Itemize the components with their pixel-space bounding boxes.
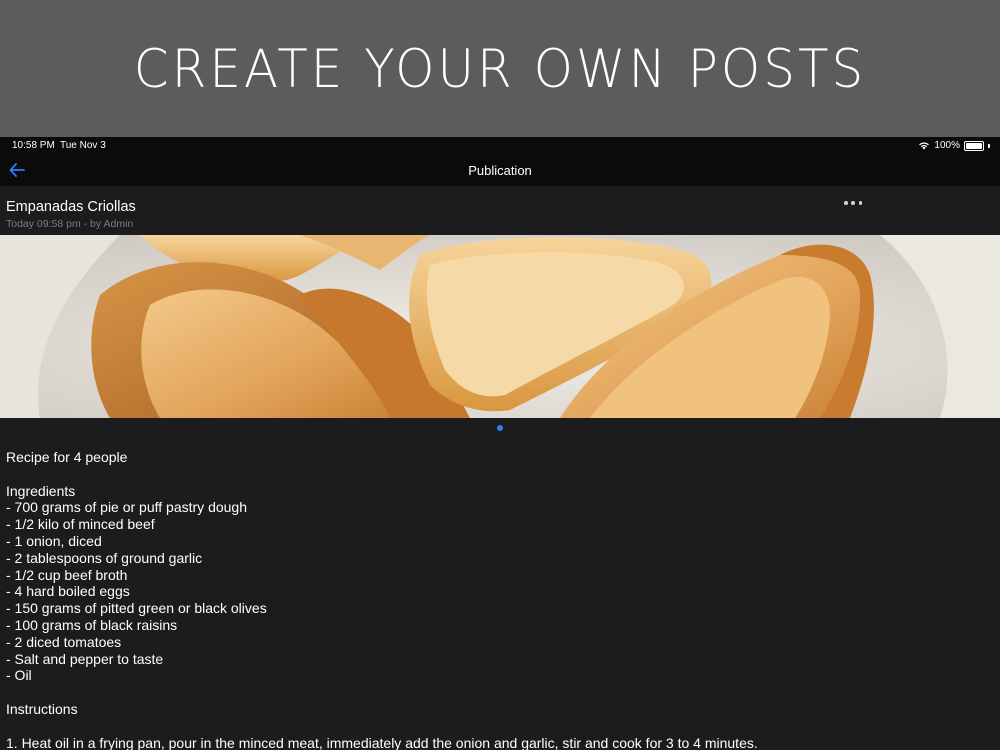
ingredient-item: - 4 hard boiled eggs	[6, 583, 130, 600]
publication-card: Empanadas Criollas Today 09:58 pm - by A…	[0, 186, 1000, 750]
more-options-button[interactable]	[844, 198, 862, 208]
ingredient-item: - Oil	[6, 667, 32, 684]
promo-banner: CREATE YOUR OWN POSTS	[0, 0, 1000, 137]
post-image[interactable]	[0, 235, 1000, 418]
ellipsis-icon	[844, 201, 848, 205]
ingredient-item: - 100 grams of black raisins	[6, 616, 178, 633]
ingredient-item: - Salt and pepper to taste	[6, 650, 164, 667]
banner-title: CREATE YOUR OWN POSTS	[133, 38, 867, 99]
battery-percent: 100%	[934, 140, 960, 151]
battery-fill	[966, 142, 982, 149]
post-title: Empanadas Criollas	[6, 199, 136, 215]
status-bar: 10:58 PM Tue Nov 3 100%	[0, 137, 1000, 155]
status-time: 10:58 PM	[12, 140, 55, 151]
ingredient-item: - 150 grams of pitted green or black oli…	[6, 600, 267, 617]
page-indicator-dot[interactable]	[497, 425, 503, 431]
instructions-heading: Instructions	[6, 700, 78, 717]
navigation-bar: Publication	[0, 155, 1000, 186]
empanadas-photo	[0, 235, 1000, 418]
ingredient-item: - 1/2 cup beef broth	[6, 566, 128, 583]
recipe-intro: Recipe for 4 people	[6, 449, 128, 465]
nav-title: Publication	[468, 163, 532, 178]
ingredient-item: - 2 diced tomatoes	[6, 633, 122, 650]
device-screen: 10:58 PM Tue Nov 3 100% Publication Empa…	[0, 137, 1000, 750]
ingredient-item: - 700 grams of pie or puff pastry dough	[6, 499, 247, 516]
status-indicators: 100%	[918, 140, 990, 151]
post-header: Empanadas Criollas Today 09:58 pm - by A…	[6, 199, 136, 230]
ellipsis-icon-dot	[858, 201, 862, 205]
ingredient-item: - 1/2 kilo of minced beef	[6, 516, 155, 533]
post-body: Recipe for 4 people Ingredients - 700 gr…	[6, 449, 996, 750]
status-date: Tue Nov 3	[60, 140, 106, 151]
battery-icon	[964, 140, 984, 151]
ellipsis-icon-dot	[851, 201, 855, 205]
wifi-icon	[919, 142, 930, 150]
post-meta: Today 09:58 pm - by Admin	[6, 218, 134, 230]
battery-tip	[988, 143, 990, 148]
instruction-step: 1. Heat oil in a frying pan, pour in the…	[6, 734, 758, 750]
ingredient-item: - 2 tablespoons of ground garlic	[6, 549, 203, 566]
ingredients-heading: Ingredients	[6, 482, 76, 499]
ingredient-item: - 1 onion, diced	[6, 532, 102, 549]
